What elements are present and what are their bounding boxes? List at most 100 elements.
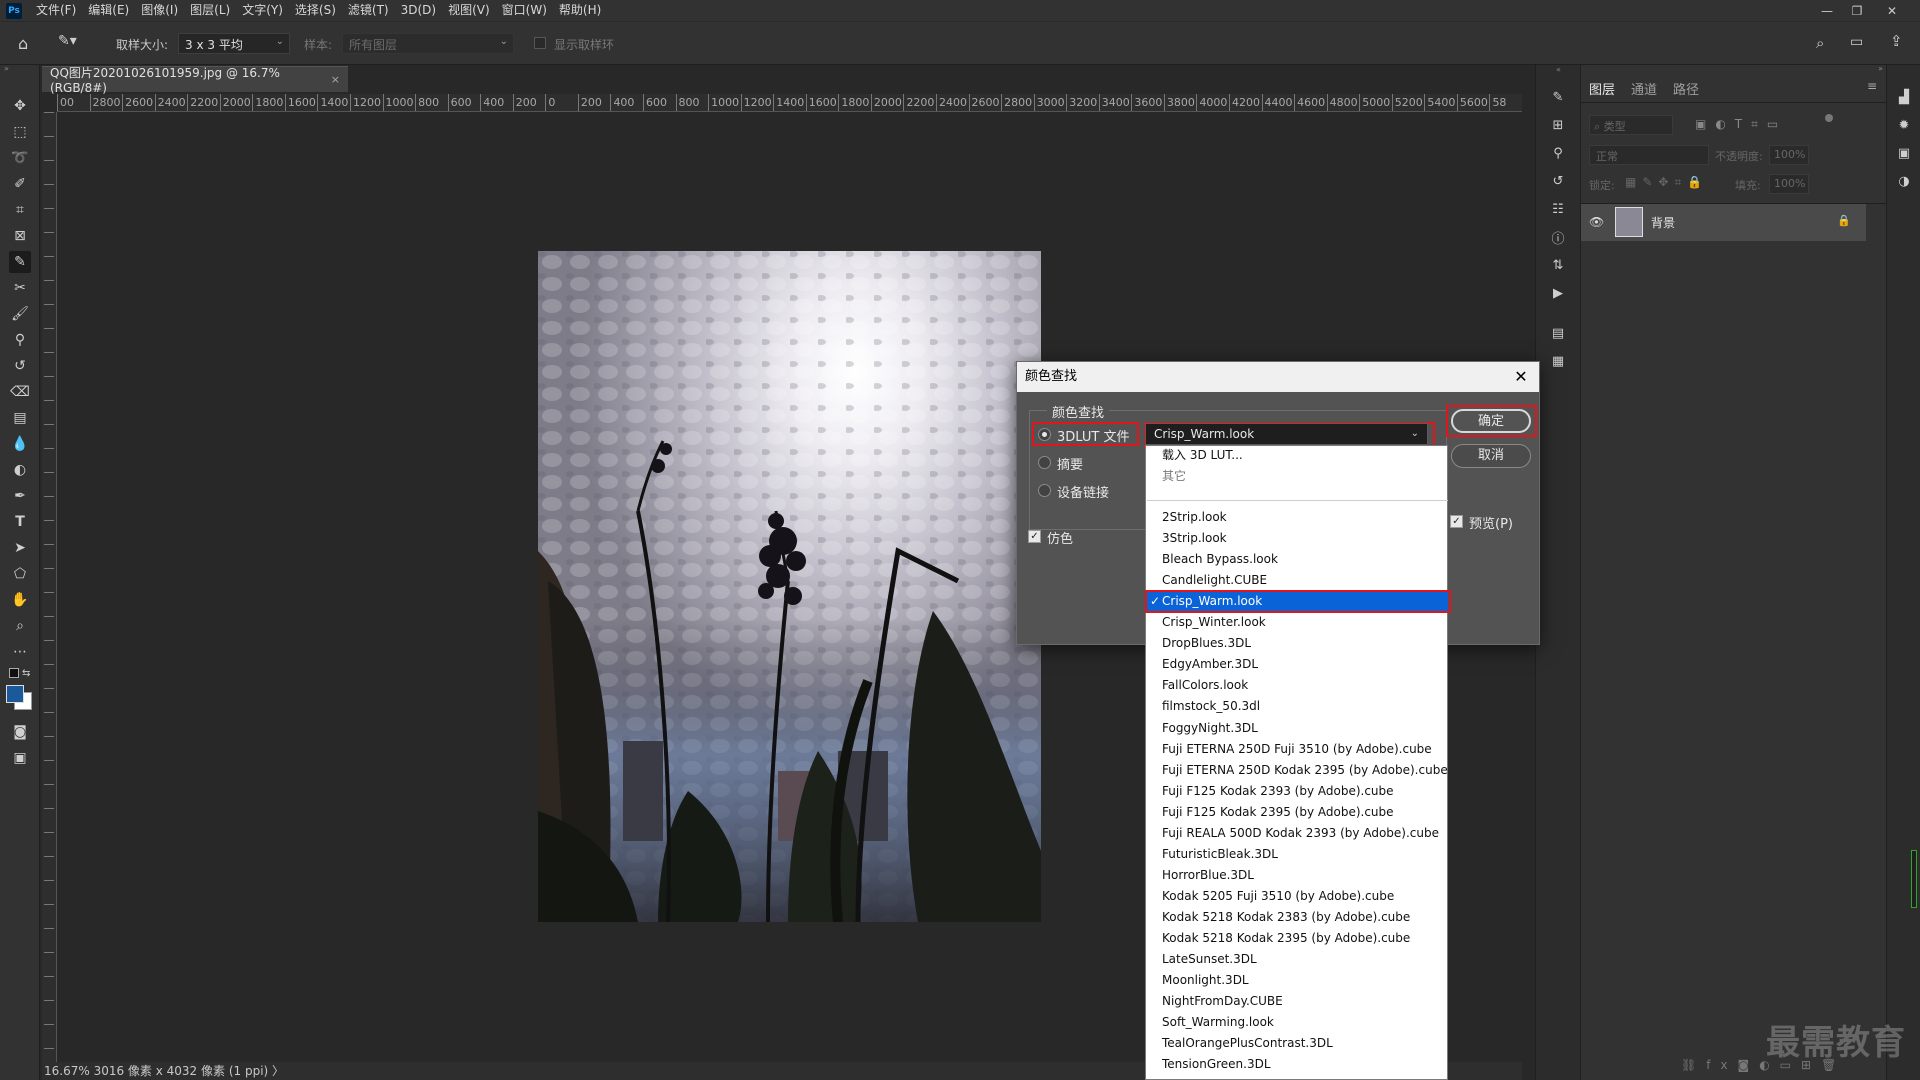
- glyphs-icon[interactable]: ⇅: [1548, 255, 1568, 275]
- lasso-tool-icon[interactable]: ➰: [9, 147, 31, 169]
- restore-icon[interactable]: ❐: [1845, 0, 1869, 21]
- photoshop-logo-icon[interactable]: Ps: [6, 2, 22, 19]
- ruler-vertical[interactable]: [42, 112, 57, 1067]
- menu-layer[interactable]: 图层(L): [184, 0, 236, 21]
- option-3dlut-label[interactable]: 3DLUT 文件: [1057, 426, 1129, 445]
- show-ring-checkbox[interactable]: [534, 37, 546, 49]
- marquee-tool-icon[interactable]: ⬚: [9, 121, 31, 143]
- menu-image[interactable]: 图像(I): [135, 0, 184, 21]
- screen-mode-icon[interactable]: ▣: [9, 747, 31, 769]
- preview-checkbox[interactable]: ✓: [1450, 515, 1463, 528]
- layer-row[interactable]: 👁 背景 🔒: [1581, 204, 1866, 241]
- notes-icon[interactable]: ▦: [1548, 351, 1568, 371]
- layer-filter-icons[interactable]: ▣◐T⌗▭: [1695, 117, 1787, 132]
- lut-list-item[interactable]: NightFromDay.CUBE: [1162, 991, 1283, 1012]
- libraries-icon[interactable]: ▤: [1548, 323, 1568, 343]
- lock-icons[interactable]: ▦✎✥⌗🔒: [1625, 175, 1708, 190]
- menu-type[interactable]: 文字(Y): [236, 0, 289, 21]
- lut-list-item[interactable]: DropBlues.3DL: [1162, 633, 1251, 654]
- radio-device-link[interactable]: [1038, 484, 1051, 497]
- collapse-strip-icon[interactable]: «: [1556, 65, 1561, 74]
- ruler-horizontal[interactable]: 00 2800 2600 2400 2200 2000 1800 1600 1400 1200 10…: [57, 94, 1522, 112]
- menu-edit[interactable]: 编辑(E): [82, 0, 135, 21]
- ok-button[interactable]: 确定: [1451, 409, 1531, 433]
- lut-list-item[interactable]: Kodak 5205 Fuji 3510 (by Adobe).cube: [1162, 886, 1394, 907]
- type-tool-icon[interactable]: T: [9, 511, 31, 533]
- other-item[interactable]: 其它: [1162, 466, 1186, 487]
- eyedropper-preset-icon[interactable]: ✎▾: [58, 33, 88, 53]
- lut-list-item[interactable]: LateSunset.3DL: [1162, 949, 1257, 970]
- info-icon[interactable]: ⓘ: [1548, 227, 1568, 247]
- dither-label[interactable]: 仿色: [1047, 528, 1073, 547]
- eraser-tool-icon[interactable]: ⌫: [9, 381, 31, 403]
- swatches-icon[interactable]: ▣: [1894, 143, 1914, 163]
- quick-select-tool-icon[interactable]: ✐: [9, 173, 31, 195]
- healing-brush-tool-icon[interactable]: ✂: [9, 277, 31, 299]
- brush-settings-icon[interactable]: ✎: [1548, 87, 1568, 107]
- adjustments-icon[interactable]: ⊞: [1548, 115, 1568, 135]
- radio-abstract[interactable]: [1038, 456, 1051, 469]
- option-device-link-label[interactable]: 设备链接: [1057, 482, 1109, 501]
- lut-list-item[interactable]: Candlelight.CUBE: [1162, 570, 1267, 591]
- blend-mode-select[interactable]: 正常: [1589, 145, 1709, 165]
- history-icon[interactable]: ↺: [1548, 171, 1568, 191]
- navigator-icon[interactable]: ✹: [1894, 115, 1914, 135]
- path-select-tool-icon[interactable]: ➤: [9, 537, 31, 559]
- swap-colors-icon[interactable]: ⇆: [22, 668, 30, 679]
- lut-list-item[interactable]: TensionGreen.3DL: [1162, 1054, 1271, 1075]
- lut-list-item[interactable]: Kodak 5218 Kodak 2395 (by Adobe).cube: [1162, 928, 1410, 949]
- eyedropper-tool-icon[interactable]: ✎: [9, 251, 31, 273]
- default-colors-icon[interactable]: [9, 668, 19, 678]
- minimize-icon[interactable]: —: [1815, 0, 1839, 21]
- hand-tool-icon[interactable]: ✋: [9, 589, 31, 611]
- lut-list-item[interactable]: Moonlight.3DL: [1162, 970, 1249, 991]
- dialog-close-icon[interactable]: ✕: [1511, 362, 1531, 392]
- lut-list-item[interactable]: FuturisticBleak.3DL: [1162, 844, 1278, 865]
- menu-3d[interactable]: 3D(D): [395, 0, 442, 21]
- lut-list-item[interactable]: FallColors.look: [1162, 675, 1248, 696]
- lut-list-item[interactable]: 2Strip.look: [1162, 507, 1227, 528]
- close-icon[interactable]: ✕: [1880, 0, 1904, 21]
- lut-list-item[interactable]: Kodak 5218 Kodak 2383 (by Adobe).cube: [1162, 907, 1410, 928]
- clone-source-icon[interactable]: ⚲: [1548, 143, 1568, 163]
- crop-tool-icon[interactable]: ⌗: [9, 199, 31, 221]
- actions-icon[interactable]: ▶: [1548, 283, 1568, 303]
- sample-size-select[interactable]: 3 x 3 平均 ⌄: [178, 33, 290, 54]
- tab-channels[interactable]: 通道: [1631, 79, 1657, 98]
- fill-input[interactable]: 100%: [1769, 174, 1809, 194]
- opacity-input[interactable]: 100%: [1769, 145, 1809, 165]
- color-icon[interactable]: ◑: [1894, 171, 1914, 191]
- filter-toggle-icon[interactable]: [1825, 114, 1833, 122]
- shape-tool-icon[interactable]: ⬠: [9, 563, 31, 585]
- lut-list-item[interactable]: Fuji REALA 500D Kodak 2393 (by Adobe).cu…: [1162, 823, 1439, 844]
- brush-tool-icon[interactable]: 🖌: [9, 303, 31, 325]
- menu-help[interactable]: 帮助(H): [553, 0, 607, 21]
- lut-list-item[interactable]: EdgyAmber.3DL: [1162, 654, 1258, 675]
- more-tools-icon[interactable]: ⋯: [9, 641, 31, 663]
- workspace-icon[interactable]: ▭: [1850, 34, 1863, 50]
- panel-menu-icon[interactable]: ≡: [1867, 79, 1877, 93]
- lut-list-item[interactable]: Fuji ETERNA 250D Fuji 3510 (by Adobe).cu…: [1162, 739, 1432, 760]
- radio-3dlut[interactable]: [1038, 428, 1051, 441]
- dither-checkbox[interactable]: ✓: [1028, 530, 1041, 543]
- scroll-indicator[interactable]: [1911, 850, 1917, 908]
- option-abstract-label[interactable]: 摘要: [1057, 454, 1083, 473]
- lut-list-item[interactable]: 3Strip.look: [1162, 528, 1227, 549]
- home-icon[interactable]: ⌂: [18, 34, 38, 54]
- collapse-toolbar-icon[interactable]: »: [0, 65, 40, 73]
- lut-list-item[interactable]: Crisp_Winter.look: [1162, 612, 1266, 633]
- quick-mask-icon[interactable]: ◙: [9, 721, 31, 743]
- lut-list-item[interactable]: TealOrangePlusContrast.3DL: [1162, 1033, 1333, 1054]
- load-3dlut-item[interactable]: 载入 3D LUT...: [1162, 445, 1243, 466]
- pen-tool-icon[interactable]: ✒: [9, 485, 31, 507]
- menu-window[interactable]: 窗口(W): [496, 0, 553, 21]
- lut-list-item[interactable]: Fuji F125 Kodak 2395 (by Adobe).cube: [1162, 802, 1394, 823]
- frame-tool-icon[interactable]: ⊠: [9, 225, 31, 247]
- menu-select[interactable]: 选择(S): [289, 0, 342, 21]
- lut-list-item[interactable]: filmstock_50.3dl: [1162, 696, 1260, 717]
- lut-file-select[interactable]: Crisp_Warm.look ⌄: [1145, 423, 1428, 445]
- lut-list-item[interactable]: Fuji F125 Kodak 2393 (by Adobe).cube: [1162, 781, 1394, 802]
- layer-filter-select[interactable]: ⌕ 类型: [1589, 115, 1673, 135]
- gradient-tool-icon[interactable]: ▤: [9, 407, 31, 429]
- foreground-color-swatch[interactable]: [6, 685, 24, 703]
